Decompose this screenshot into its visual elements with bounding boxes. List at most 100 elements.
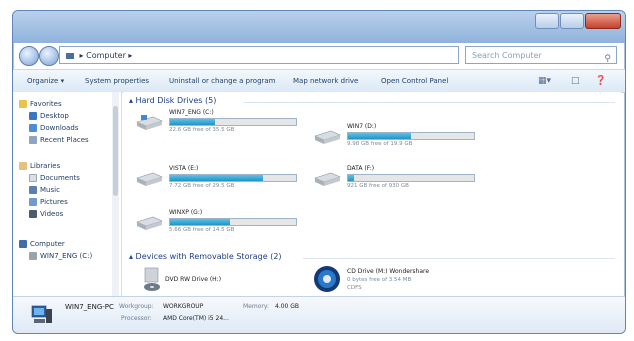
computer-icon bbox=[19, 240, 27, 248]
drive-tile[interactable]: WINXP (G:) 5.66 GB free of 14.5 GB bbox=[135, 208, 315, 242]
address-path: ▸ Computer ▸ bbox=[79, 51, 133, 60]
drive-icon bbox=[314, 130, 341, 144]
back-button[interactable] bbox=[19, 46, 39, 66]
sidebar-item-pictures[interactable]: Pictures bbox=[29, 196, 68, 208]
windows-drive-icon bbox=[136, 115, 163, 130]
maximize-button[interactable] bbox=[560, 13, 584, 29]
drive-usage-fill bbox=[348, 175, 355, 181]
drive-usage-fill bbox=[170, 175, 264, 181]
drive-name: WIN7 (D:) bbox=[347, 123, 377, 130]
libraries-icon bbox=[19, 162, 27, 170]
preview-pane-icon[interactable]: □ bbox=[571, 70, 580, 92]
group-divider bbox=[243, 102, 615, 103]
memory-value: 4.00 GB bbox=[275, 303, 300, 310]
processor-label: Processor: bbox=[121, 315, 152, 322]
drive-free-space: 5.66 GB free of 14.5 GB bbox=[169, 227, 235, 233]
sidebar-item-videos[interactable]: Videos bbox=[29, 208, 63, 220]
search-input[interactable]: Search Computer ⚲ bbox=[465, 46, 617, 64]
drive-name: WIN7_ENG (C:) bbox=[169, 109, 214, 116]
drive-usage-fill bbox=[348, 133, 411, 139]
sidebar-item-label: Music bbox=[40, 186, 60, 194]
dvd-drive-name: DVD RW Drive (H:) bbox=[165, 276, 222, 283]
sidebar-item-label: Recent Places bbox=[40, 136, 89, 144]
sidebar-item-desktop[interactable]: Desktop bbox=[29, 110, 69, 122]
views-icon[interactable]: ▦▾ bbox=[538, 70, 551, 92]
drive-usage-bar bbox=[169, 118, 297, 126]
close-button[interactable] bbox=[585, 13, 621, 29]
details-pane: WIN7_ENG-PC Workgroup: WORKGROUP Memory:… bbox=[13, 296, 625, 333]
drive-usage-fill bbox=[170, 219, 231, 225]
cd-drive-filesystem: CDFS bbox=[347, 285, 362, 291]
sidebar-item-downloads[interactable]: Downloads bbox=[29, 122, 78, 134]
sidebar-item-label: Pictures bbox=[40, 198, 68, 206]
sidebar-item-label: Libraries bbox=[30, 162, 61, 170]
sidebar-item-label: Downloads bbox=[40, 124, 79, 132]
title-bar[interactable] bbox=[13, 11, 625, 43]
workgroup-label: Workgroup: bbox=[119, 303, 154, 310]
open-control-panel-button[interactable]: Open Control Panel bbox=[381, 70, 448, 92]
drive-tile[interactable]: WIN7 (D:) 9.98 GB free of 19.9 GB bbox=[313, 122, 493, 156]
sidebar-item-computer[interactable]: Computer bbox=[19, 238, 65, 250]
help-icon[interactable]: ❓ bbox=[595, 70, 606, 92]
drive-free-space: 921 GB free of 930 GB bbox=[347, 183, 409, 189]
drive-icon bbox=[314, 172, 341, 186]
forward-button[interactable] bbox=[39, 46, 59, 66]
star-icon bbox=[19, 100, 27, 108]
drive-usage-fill bbox=[170, 119, 216, 125]
desktop-icon bbox=[29, 112, 37, 120]
drive-icon bbox=[29, 252, 37, 260]
computer-icon bbox=[66, 52, 74, 59]
downloads-icon bbox=[29, 124, 37, 132]
videos-icon bbox=[29, 210, 37, 218]
recent-places-icon bbox=[29, 136, 37, 144]
sidebar-item-drive-c[interactable]: WIN7_ENG (C:) bbox=[29, 250, 92, 262]
minimize-button[interactable] bbox=[535, 13, 559, 29]
navigation-pane: Favorites Desktop Downloads Recent Place… bbox=[13, 92, 122, 296]
sidebar-item-music[interactable]: Music bbox=[29, 184, 60, 196]
removable-group-title[interactable]: ▴ Devices with Removable Storage (2) bbox=[129, 252, 282, 261]
content-pane: ▴ Hard Disk Drives (5) WIN7_ENG (C:) 22.… bbox=[123, 92, 621, 296]
organize-button[interactable]: Organize ▾ bbox=[27, 70, 64, 92]
drive-usage-bar bbox=[169, 174, 297, 182]
drive-tile[interactable]: WIN7_ENG (C:) 22.6 GB free of 35.5 GB bbox=[135, 108, 315, 142]
drive-tile[interactable]: VISTA (E:) 7.72 GB free of 29.5 GB bbox=[135, 164, 315, 198]
drive-name: DATA (F:) bbox=[347, 165, 375, 172]
sidebar-item-label: Favorites bbox=[30, 100, 62, 108]
memory-label: Memory: bbox=[243, 303, 269, 310]
cd-drive-tile[interactable]: CD Drive (M:) Wondershare 0 bytes free o… bbox=[313, 264, 513, 294]
sidebar-item-documents[interactable]: Documents bbox=[29, 172, 80, 184]
cd-drive-free-space: 0 bytes free of 3.54 MB bbox=[347, 277, 412, 283]
dvd-drive-icon bbox=[144, 267, 160, 291]
drive-tile[interactable]: DATA (F:) 921 GB free of 930 GB bbox=[313, 164, 493, 198]
drive-usage-bar bbox=[347, 174, 475, 182]
address-bar[interactable]: ▸ Computer ▸ bbox=[59, 46, 459, 64]
drive-free-space: 9.98 GB free of 19.9 GB bbox=[347, 141, 413, 147]
sidebar-item-libraries[interactable]: Libraries bbox=[19, 160, 60, 172]
search-placeholder: Search Computer bbox=[472, 51, 542, 60]
drive-free-space: 22.6 GB free of 35.5 GB bbox=[169, 127, 235, 133]
navigation-row: ▸ Computer ▸ Search Computer ⚲ bbox=[13, 45, 625, 69]
system-properties-button[interactable]: System properties bbox=[85, 70, 149, 92]
drive-name: WINXP (G:) bbox=[169, 209, 203, 216]
documents-icon bbox=[29, 174, 37, 182]
sidebar-scrollbar-thumb[interactable] bbox=[113, 106, 118, 196]
map-network-drive-button[interactable]: Map network drive bbox=[293, 70, 358, 92]
explorer-window: ▸ Computer ▸ Search Computer ⚲ Organize … bbox=[12, 10, 626, 334]
sidebar-item-favorites[interactable]: Favorites bbox=[19, 98, 62, 110]
hard-disk-group-title[interactable]: ▴ Hard Disk Drives (5) bbox=[129, 96, 216, 105]
uninstall-program-button[interactable]: Uninstall or change a program bbox=[169, 70, 276, 92]
sidebar-item-recent-places[interactable]: Recent Places bbox=[29, 134, 89, 146]
sidebar-item-label: Videos bbox=[40, 210, 64, 218]
sidebar-item-label: Desktop bbox=[40, 112, 69, 120]
search-icon: ⚲ bbox=[604, 54, 611, 64]
sidebar-item-label: Computer bbox=[30, 240, 65, 248]
drive-usage-bar bbox=[169, 218, 297, 226]
drive-name: VISTA (E:) bbox=[169, 165, 199, 172]
group-divider bbox=[303, 258, 615, 259]
music-icon bbox=[29, 186, 37, 194]
drive-usage-bar bbox=[347, 132, 475, 140]
dvd-drive-tile[interactable]: DVD RW Drive (H:) bbox=[143, 264, 293, 294]
cd-drive-name: CD Drive (M:) Wondershare bbox=[347, 268, 430, 275]
processor-value: AMD Core(TM) i5 24... bbox=[163, 315, 229, 322]
drive-icon bbox=[136, 216, 163, 230]
